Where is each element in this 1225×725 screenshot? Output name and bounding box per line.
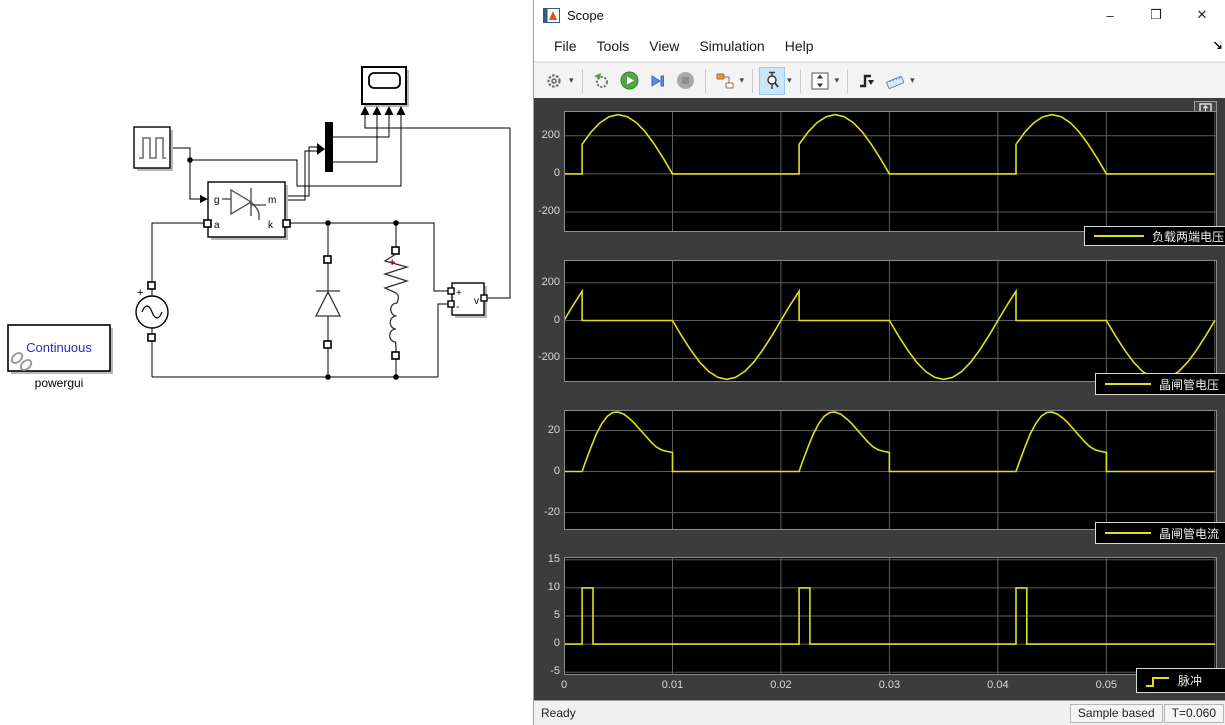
powergui-mode-label: Continuous [26, 340, 92, 355]
autoscale-button[interactable] [807, 67, 833, 95]
y-tick-label: -200 [537, 204, 560, 217]
legend-thyristor-current[interactable]: 晶闸管电流 [1095, 522, 1225, 544]
stop-button[interactable] [673, 67, 699, 95]
x-tick-label: 0 [560, 679, 568, 691]
legend-label: 脉冲 [1178, 674, 1203, 688]
rl-branch-block[interactable]: + [382, 246, 410, 360]
autoscale-caret[interactable]: ▾ [835, 75, 840, 86]
mux-arrow [317, 143, 325, 155]
inductor-icon [389, 292, 400, 352]
circuit-diagram: g m a k + + + - v Continuous powergui [7, 66, 511, 390]
menu-bar: File Tools View Simulation Help ↘ [534, 30, 1225, 62]
y-tick-label: 20 [547, 423, 560, 436]
gate-arrow [200, 195, 208, 203]
signal-selector-caret[interactable]: ▾ [740, 75, 745, 86]
y-tick-label: 0 [553, 166, 560, 179]
close-button[interactable]: ✕ [1179, 0, 1225, 30]
status-bar: Ready Sample based T=0.060 [534, 700, 1225, 725]
sample-mode-indicator: Sample based [1069, 703, 1163, 723]
y-tick-label: 200 [541, 275, 560, 288]
pulse-generator-block[interactable] [133, 126, 173, 171]
y-tick-label: 0 [553, 637, 560, 650]
zoom-caret[interactable]: ▾ [787, 75, 792, 86]
vm-minus-label: - [456, 302, 459, 313]
thyristor-block[interactable]: g m a k [200, 143, 325, 240]
y-tick-label: 0 [553, 313, 560, 326]
simulink-model-canvas: g m a k + + + - v Continuous powergui [0, 0, 533, 725]
vm-v-label: v [474, 296, 479, 307]
step-forward-button[interactable] [645, 67, 671, 95]
window-title: Scope [567, 7, 604, 23]
legend-gate-pulse[interactable]: 脉冲 [1136, 668, 1225, 693]
legend-line-sample [1146, 676, 1169, 687]
y-tick-label: 5 [553, 609, 560, 621]
y-tick-label: 0 [553, 464, 560, 477]
scope-window: Scope – ❒ ✕ File Tools View Simulation H… [533, 0, 1225, 725]
scope-app-icon [543, 7, 560, 23]
y-tick-label: -20 [544, 505, 560, 518]
scope-plot-thyristor-voltage [564, 260, 1217, 382]
legend-label: 晶闸管电压 [1159, 377, 1220, 392]
menu-help[interactable]: Help [775, 34, 824, 58]
y-tick-label: 10 [547, 580, 560, 593]
scope-plot-area: 200 0 -200 负载两端电压 200 0 -200 晶闸管电压 20 0 -20 晶闸管电流 15… [534, 98, 1225, 700]
settings-gear-button[interactable] [541, 67, 567, 95]
simulink-gear-button[interactable] [589, 67, 615, 95]
voltage-measurement-block[interactable]: + - v [447, 282, 488, 318]
legend-line-sample [1105, 383, 1151, 385]
demux-block[interactable] [325, 122, 333, 172]
x-tick-label: 0.03 [878, 679, 901, 691]
legend-load-voltage[interactable]: 负载两端电压 [1084, 226, 1225, 246]
title-bar[interactable]: Scope – ❒ ✕ [534, 0, 1225, 30]
port-label-a: a [214, 220, 220, 231]
status-text: Ready [541, 706, 576, 720]
scope-block[interactable] [360, 66, 410, 115]
scope-input-ports [360, 106, 406, 115]
menu-simulation[interactable]: Simulation [689, 34, 774, 58]
sim-time-indicator: T=0.060 [1163, 703, 1224, 723]
scope-plot-thyristor-current [564, 410, 1217, 530]
signal-selector-button[interactable] [712, 67, 738, 95]
menu-overflow-icon[interactable]: ↘ [1212, 38, 1223, 54]
y-tick-label: 200 [541, 128, 560, 141]
legend-line-sample [1094, 235, 1144, 237]
settings-caret[interactable]: ▾ [569, 75, 574, 86]
x-tick-label: 0.02 [770, 679, 792, 691]
menu-file[interactable]: File [544, 34, 587, 58]
legend-line-sample [1105, 532, 1151, 534]
powergui-name-label: powergui [35, 376, 84, 390]
scope-plot-gate-pulse [564, 557, 1217, 675]
zoom-button[interactable] [759, 66, 786, 95]
menu-view[interactable]: View [639, 34, 689, 58]
port-label-m: m [268, 195, 276, 206]
vm-plus-label: + [456, 288, 462, 299]
y-tick-label: -5 [550, 665, 560, 678]
measurements-caret[interactable]: ▾ [910, 75, 915, 86]
run-button[interactable] [617, 67, 643, 95]
screen: g m a k + + + - v Continuous powergui Sc… [0, 0, 1225, 725]
toolbar: ▾ ▾ ▾ ▾ ▾ [534, 62, 1225, 98]
powergui-block[interactable]: Continuous powergui [7, 324, 113, 390]
x-tick-label: 0.05 [1095, 679, 1118, 691]
x-tick-label: 0.04 [987, 679, 1009, 691]
menu-tools[interactable]: Tools [587, 34, 640, 58]
x-tick-label: 0.01 [661, 679, 684, 691]
measurements-button[interactable] [882, 67, 908, 95]
source-plus-label: + [137, 287, 143, 299]
y-tick-label: -200 [537, 351, 560, 364]
legend-label: 负载两端电压 [1152, 229, 1225, 244]
minimize-button[interactable]: – [1087, 0, 1133, 30]
y-tick-label: 15 [547, 552, 560, 565]
port-label-g: g [214, 195, 220, 206]
maximize-button[interactable]: ❒ [1133, 0, 1179, 30]
legend-label: 晶闸管电流 [1159, 526, 1220, 541]
legend-thyristor-voltage[interactable]: 晶闸管电压 [1095, 373, 1225, 395]
trigger-button[interactable] [854, 67, 880, 95]
scope-plot-load-voltage [564, 111, 1217, 232]
